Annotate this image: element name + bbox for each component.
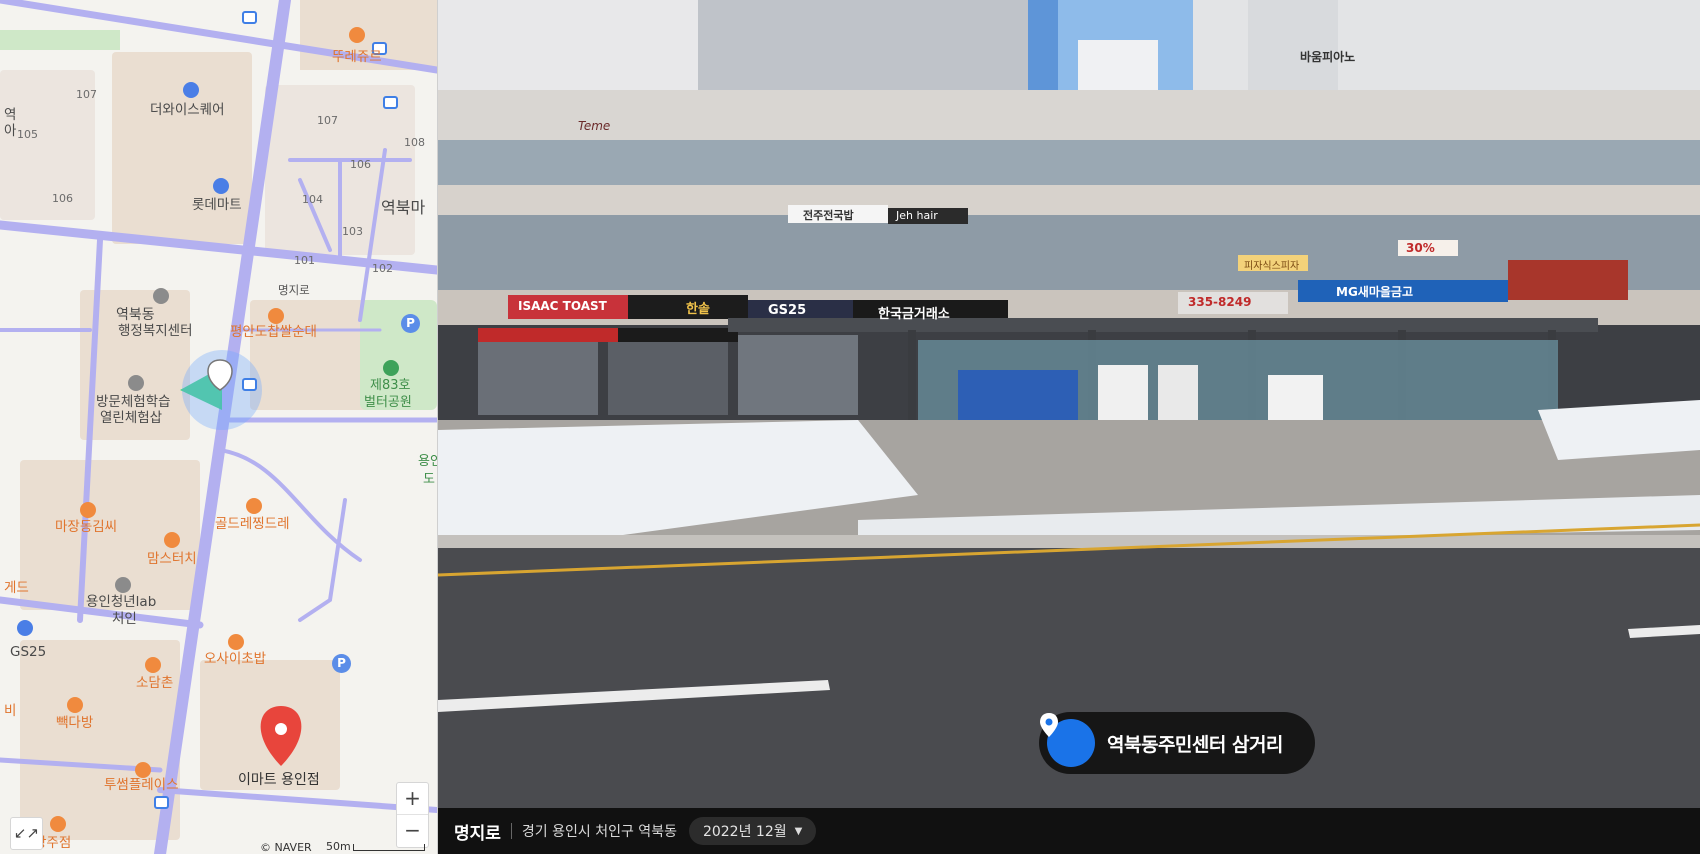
- poi-label[interactable]: 롯데마트: [192, 198, 242, 213]
- shop-sign: 피자식스피자: [1244, 261, 1300, 272]
- poi-label[interactable]: 빽다방: [56, 716, 93, 731]
- scale-label: 50m: [326, 840, 351, 853]
- restaurant-icon[interactable]: [349, 27, 365, 43]
- poi-label[interactable]: 도: [423, 472, 435, 487]
- poi-label[interactable]: 방문체험학습: [96, 395, 171, 410]
- place-icon[interactable]: [128, 375, 144, 391]
- poi-label[interactable]: 용인: [418, 454, 437, 469]
- poi-label[interactable]: 비: [4, 704, 16, 719]
- poi-label[interactable]: 오사이초밥: [204, 652, 266, 667]
- building-number: 103: [342, 225, 363, 238]
- gs25-icon[interactable]: [17, 620, 33, 636]
- map-pane[interactable]: P P 뚜레쥬르 더와이스퀘어 롯데마트 역북마 역 역북동 행정복지센터 평안…: [0, 0, 438, 854]
- building-number: 107: [317, 114, 338, 127]
- poi-label[interactable]: 게드: [4, 581, 29, 596]
- street-view-pane[interactable]: ISAAC TOAST 한솥 GS25 한국금거래소 MG새마을금고 전주전국밥…: [438, 0, 1700, 854]
- zoom-out-button[interactable]: −: [397, 814, 428, 846]
- address: 경기 용인시 처인구 역북동: [521, 824, 677, 840]
- building-number: 104: [302, 193, 323, 206]
- zoom-control: + −: [396, 782, 429, 848]
- poi-label[interactable]: 제83호: [370, 378, 410, 393]
- zoom-in-button[interactable]: +: [397, 783, 428, 814]
- building-number: 101: [294, 254, 315, 267]
- poi-label[interactable]: 골드레찡드레: [215, 517, 290, 532]
- cafe-icon[interactable]: [135, 762, 151, 778]
- bus-stop-icon[interactable]: [383, 96, 398, 109]
- park-icon[interactable]: [383, 360, 399, 376]
- building-number: 106: [52, 192, 73, 205]
- shop-sign: 바움피아노: [1300, 50, 1356, 64]
- poi-label[interactable]: 맘스터치: [147, 552, 197, 567]
- poi-label[interactable]: 벌터공원: [364, 395, 412, 410]
- poi-label[interactable]: 소담촌: [136, 676, 173, 691]
- restaurant-icon[interactable]: [246, 498, 262, 514]
- office-icon[interactable]: [115, 577, 131, 593]
- location-pin-icon: [1040, 713, 1095, 767]
- bus-stop-icon[interactable]: [154, 796, 169, 809]
- building-number: 107: [76, 88, 97, 101]
- shop-sign: 한국금거래소: [878, 307, 950, 322]
- building-number: 105: [17, 128, 38, 141]
- road-label: 명지로: [276, 282, 312, 298]
- bus-stop-icon[interactable]: [242, 11, 257, 24]
- shop-sign: 30%: [1406, 241, 1435, 255]
- poi-label[interactable]: 더와이스퀘어: [150, 103, 225, 118]
- capture-date-dropdown[interactable]: 2022년 12월 ▼: [688, 817, 817, 845]
- poi-label[interactable]: 용인청년lab: [86, 595, 156, 610]
- divider: [510, 823, 512, 839]
- parking-icon[interactable]: P: [401, 314, 420, 333]
- civic-icon[interactable]: [153, 288, 169, 304]
- poi-label[interactable]: 마장동김씨: [55, 520, 117, 535]
- chevron-down-icon: ▼: [794, 825, 803, 837]
- shop-sign: ISAAC TOAST: [518, 299, 607, 313]
- poi-label[interactable]: 아: [4, 124, 16, 139]
- shop-sign: 335-8249: [1188, 295, 1252, 309]
- restaurant-icon[interactable]: [268, 308, 284, 324]
- map-credit: © NAVER: [260, 841, 312, 854]
- parking-icon[interactable]: P: [332, 654, 351, 673]
- restaurant-icon[interactable]: [164, 532, 180, 548]
- capture-date: 2022년 12월: [702, 824, 787, 840]
- poi-label[interactable]: GS25: [10, 645, 46, 660]
- building-number: 108: [404, 136, 425, 149]
- road-name: 명지로: [454, 823, 501, 844]
- building-number: 102: [372, 262, 393, 275]
- shop-sign: Jeh hair: [896, 209, 938, 222]
- poi-label[interactable]: 평안도찹쌀순대: [230, 325, 317, 340]
- poi-label[interactable]: 역북동: [116, 308, 155, 323]
- bus-stop-icon[interactable]: [242, 378, 257, 391]
- cafe-icon[interactable]: [67, 697, 83, 713]
- poi-label[interactable]: 투썸플레이스: [104, 778, 179, 793]
- shop-sign: GS25: [768, 303, 807, 318]
- shop-sign: MG새마을금고: [1336, 285, 1413, 299]
- scale-bar: [353, 844, 425, 851]
- shop-sign: Teme: [578, 119, 611, 133]
- poi-label[interactable]: 이마트 용인점: [238, 773, 320, 788]
- restaurant-icon[interactable]: [50, 816, 66, 832]
- poi-label[interactable]: 처인: [112, 612, 137, 627]
- poi-label[interactable]: 역: [4, 108, 16, 123]
- collapse-map-button[interactable]: ↙↗: [10, 817, 43, 850]
- restaurant-icon[interactable]: [80, 502, 96, 518]
- building-icon[interactable]: [183, 82, 199, 98]
- building-number: 106: [350, 158, 371, 171]
- poi-label[interactable]: 열린체험삽: [100, 411, 162, 426]
- restaurant-icon[interactable]: [228, 634, 244, 650]
- place-name: 역북동주민센터 삼거리: [1107, 733, 1283, 756]
- place-name-pill[interactable]: 역북동주민센터 삼거리: [1039, 712, 1315, 774]
- poi-label[interactable]: 뚜레쥬르: [332, 50, 382, 65]
- shop-sign: 한솥: [686, 302, 710, 317]
- cart-icon[interactable]: [213, 178, 229, 194]
- poi-label[interactable]: 행정복지센터: [118, 324, 193, 339]
- shop-sign: 전주전국밥: [803, 209, 854, 222]
- collapse-icon: ↙↗: [13, 824, 40, 842]
- poi-label[interactable]: 역북마: [381, 200, 425, 216]
- restaurant-icon[interactable]: [145, 657, 161, 673]
- street-info-bar: 명지로 경기 용인시 처인구 역북동 2022년 12월 ▼: [438, 808, 1700, 854]
